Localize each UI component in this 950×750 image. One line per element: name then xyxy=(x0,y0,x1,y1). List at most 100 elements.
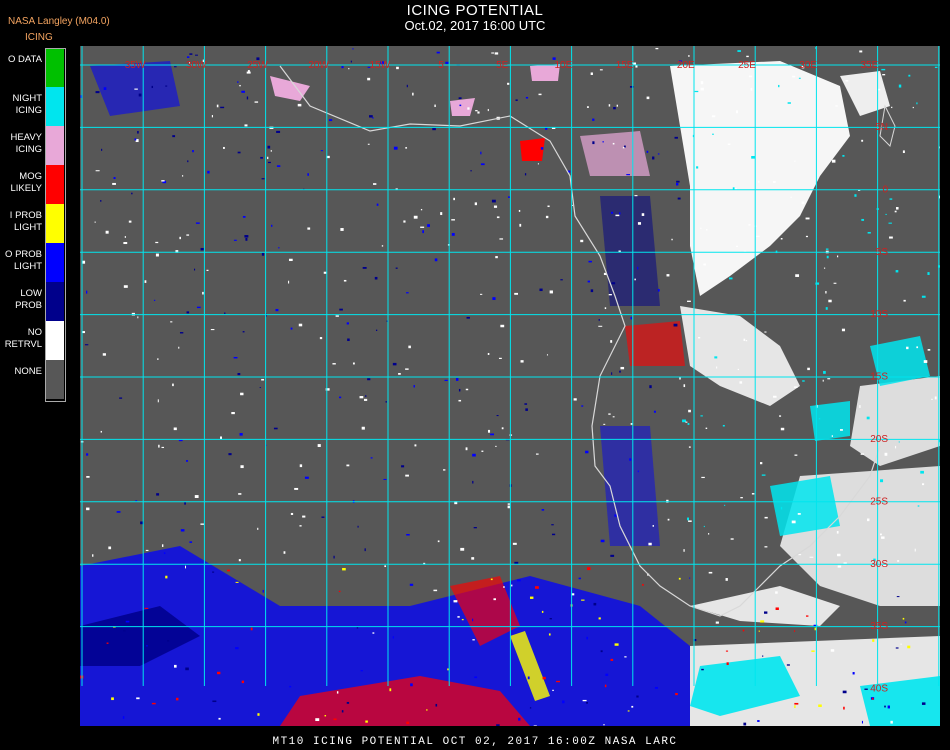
retrieval-pixel xyxy=(319,337,323,340)
retrieval-pixel xyxy=(791,520,796,524)
retrieval-pixel xyxy=(102,353,106,356)
retrieval-pixel xyxy=(323,271,327,274)
retrieval-pixel xyxy=(493,598,496,601)
retrieval-pixel xyxy=(395,267,398,269)
retrieval-pixel xyxy=(392,362,397,366)
legend-label: NO RETRVL xyxy=(4,327,42,350)
retrieval-pixel xyxy=(751,493,755,495)
retrieval-pixel xyxy=(823,370,826,374)
retrieval-pixel xyxy=(511,584,513,587)
retrieval-pixel xyxy=(551,533,556,536)
retrieval-pixel xyxy=(794,702,799,705)
retrieval-pixel xyxy=(703,263,706,266)
retrieval-pixel xyxy=(240,465,244,469)
retrieval-pixel xyxy=(867,231,871,234)
retrieval-pixel xyxy=(902,150,905,154)
retrieval-pixel xyxy=(260,156,263,159)
retrieval-pixel xyxy=(212,700,217,703)
retrieval-pixel xyxy=(611,372,613,375)
retrieval-pixel xyxy=(700,87,704,91)
retrieval-pixel xyxy=(542,676,546,680)
legend-swatch xyxy=(46,360,64,399)
retrieval-pixel xyxy=(498,357,502,359)
longitude-label: 15E xyxy=(616,60,634,71)
retrieval-pixel xyxy=(179,332,184,334)
retrieval-pixel xyxy=(802,380,805,382)
retrieval-pixel xyxy=(760,620,765,623)
retrieval-pixel xyxy=(86,290,88,294)
legend-swatch xyxy=(46,48,64,87)
retrieval-pixel xyxy=(593,602,597,606)
retrieval-pixel xyxy=(518,717,521,721)
legend-item: NO RETRVL xyxy=(0,321,70,360)
retrieval-pixel xyxy=(675,692,678,696)
retrieval-pixel xyxy=(598,617,601,620)
retrieval-pixel xyxy=(548,633,551,636)
retrieval-pixel xyxy=(299,525,302,527)
retrieval-pixel xyxy=(687,517,689,521)
retrieval-pixel xyxy=(123,630,126,632)
retrieval-pixel xyxy=(307,173,309,176)
retrieval-pixel xyxy=(764,546,768,548)
retrieval-pixel xyxy=(216,104,219,108)
retrieval-pixel xyxy=(615,214,620,217)
retrieval-pixel xyxy=(490,578,493,581)
retrieval-pixel xyxy=(455,378,459,381)
retrieval-pixel xyxy=(612,142,615,145)
retrieval-pixel xyxy=(357,525,359,528)
retrieval-pixel xyxy=(826,255,829,259)
retrieval-pixel xyxy=(861,139,864,142)
longitude-label: 20W xyxy=(308,60,329,71)
retrieval-pixel xyxy=(545,215,549,219)
retrieval-pixel xyxy=(153,299,156,301)
retrieval-pixel xyxy=(480,293,483,295)
retrieval-pixel xyxy=(798,554,802,556)
retrieval-pixel xyxy=(549,618,552,620)
retrieval-pixel xyxy=(742,629,745,632)
retrieval-pixel xyxy=(923,360,928,363)
retrieval-pixel xyxy=(304,476,309,479)
legend-item: I PROB LIGHT xyxy=(0,204,70,243)
retrieval-pixel xyxy=(206,269,209,271)
retrieval-pixel xyxy=(722,424,725,427)
retrieval-pixel xyxy=(250,627,253,631)
retrieval-pixel xyxy=(833,282,837,284)
retrieval-pixel xyxy=(898,84,902,88)
retrieval-pixel xyxy=(688,446,691,448)
retrieval-pixel xyxy=(751,156,756,159)
retrieval-pixel xyxy=(700,81,704,85)
longitude-label: 20E xyxy=(677,60,695,71)
legend-item: O DATA xyxy=(0,48,70,87)
retrieval-pixel xyxy=(793,386,798,388)
retrieval-pixel xyxy=(581,405,584,407)
retrieval-pixel xyxy=(239,433,243,436)
retrieval-pixel xyxy=(587,567,591,571)
retrieval-pixel xyxy=(841,328,846,332)
retrieval-pixel xyxy=(290,512,294,515)
retrieval-pixel xyxy=(889,236,893,239)
retrieval-pixel xyxy=(426,709,428,711)
legend-item: O PROB LIGHT xyxy=(0,243,70,282)
retrieval-pixel xyxy=(916,346,919,349)
retrieval-pixel xyxy=(687,423,690,425)
legend-item: NIGHT ICING xyxy=(0,87,70,126)
retrieval-pixel xyxy=(730,538,734,540)
retrieval-pixel xyxy=(196,306,201,309)
retrieval-pixel xyxy=(700,227,702,230)
longitude-label: 35W xyxy=(125,60,146,71)
legend-label: O DATA xyxy=(8,54,42,65)
retrieval-pixel xyxy=(885,213,887,215)
retrieval-pixel xyxy=(798,77,801,79)
retrieval-pixel xyxy=(202,291,204,295)
retrieval-pixel xyxy=(934,66,938,69)
retrieval-pixel xyxy=(237,151,241,154)
retrieval-pixel xyxy=(642,583,644,586)
retrieval-pixel xyxy=(761,474,766,476)
retrieval-pixel xyxy=(239,84,241,87)
retrieval-pixel xyxy=(383,478,387,480)
retrieval-pixel xyxy=(467,107,470,110)
retrieval-pixel xyxy=(350,60,352,63)
retrieval-pixel xyxy=(373,183,377,185)
retrieval-pixel xyxy=(412,92,414,96)
retrieval-pixel xyxy=(764,611,768,614)
